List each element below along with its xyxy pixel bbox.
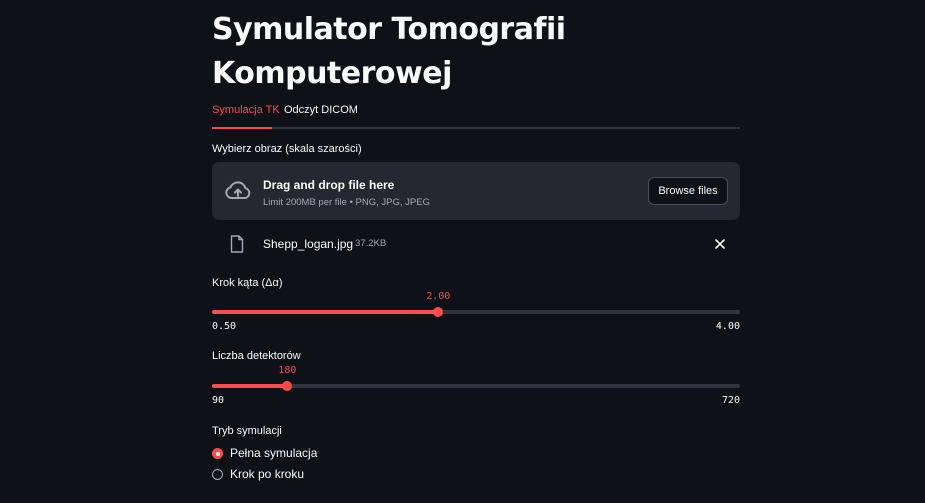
tab-bar: Symulacja TK Odczyt DICOM <box>212 97 740 129</box>
angle-step-slider[interactable]: 2.00 0.50 4.00 <box>212 290 740 340</box>
uploaded-file-size: 37.2KB <box>355 238 387 249</box>
angle-slider-label: Krok kąta (Δα) <box>212 277 283 289</box>
dropzone-limit: Limit 200MB per file • PNG, JPG, JPEG <box>263 197 430 208</box>
tab-bar-divider <box>212 127 740 129</box>
file-icon <box>230 235 244 253</box>
angle-slider-min: 0.50 <box>212 321 237 332</box>
angle-slider-max: 4.00 <box>715 321 740 332</box>
radio-full-simulation[interactable]: Pełna symulacja <box>212 446 412 462</box>
detectors-slider-value: 180 <box>278 365 297 376</box>
angle-slider-thumb[interactable] <box>433 307 444 317</box>
radio-label: Pełna symulacja <box>230 446 318 460</box>
detectors-slider-fill <box>212 384 288 388</box>
detectors-slider[interactable]: 180 90 720 <box>212 364 740 414</box>
tab-symulacja[interactable]: Symulacja TK <box>212 104 280 116</box>
dropzone-instructions: Drag and drop file here <box>263 178 395 192</box>
uploader-label: Wybierz obraz (skala szarości) <box>212 143 362 155</box>
radio-label: Krok po kroku <box>230 467 305 481</box>
detectors-slider-max: 720 <box>721 395 740 406</box>
radio-step-by-step[interactable]: Krok po kroku <box>212 467 412 483</box>
radio-button[interactable] <box>212 469 223 480</box>
page-title-line1: Symulator Tomografii <box>212 12 566 47</box>
uploaded-file-name: Shepp_logan.jpg <box>263 237 354 251</box>
file-dropzone[interactable]: Drag and drop file here Limit 200MB per … <box>212 162 740 220</box>
uploaded-file-row: Shepp_logan.jpg 37.2KB <box>212 233 740 257</box>
page-title: Symulator Tomografii Komputerowej <box>212 8 740 96</box>
angle-slider-value: 2.00 <box>426 291 451 302</box>
active-tab-indicator <box>212 127 272 129</box>
detectors-slider-label: Liczba detektorów <box>212 350 301 362</box>
page-title-line2: Komputerowej <box>212 56 452 91</box>
detectors-slider-thumb[interactable] <box>282 381 293 391</box>
close-icon[interactable] <box>714 238 726 250</box>
radio-button[interactable] <box>212 448 223 459</box>
tab-odczyt-dicom[interactable]: Odczyt DICOM <box>284 104 358 116</box>
cloud-upload-icon <box>225 181 251 199</box>
mode-label: Tryb symulacji <box>212 425 282 437</box>
detectors-slider-min: 90 <box>212 395 225 406</box>
browse-files-button[interactable]: Browse files <box>648 177 728 205</box>
angle-slider-fill <box>212 310 439 314</box>
